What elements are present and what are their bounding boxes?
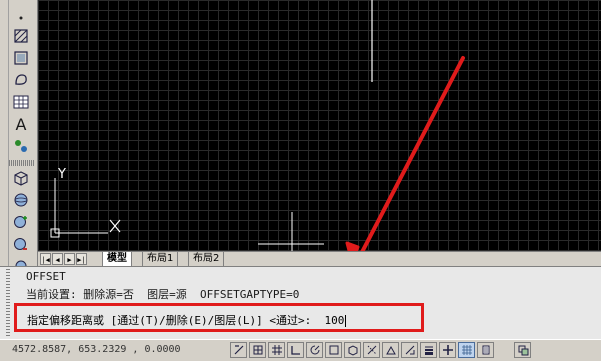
toolbar-grip[interactable] xyxy=(0,0,9,268)
toolbar-separator xyxy=(9,160,35,166)
object-snap-tracking-icon[interactable] xyxy=(363,342,380,358)
last-tab-button[interactable]: ▶| xyxy=(76,253,87,265)
annotation-arrow xyxy=(360,56,465,251)
snap-mode-icon[interactable] xyxy=(249,342,266,358)
grid-display-icon[interactable] xyxy=(268,342,285,358)
sphere-icon[interactable] xyxy=(11,190,31,210)
dynamic-input-icon[interactable] xyxy=(401,342,418,358)
command-prompt-highlight[interactable]: 指定偏移距离或 [通过(T)/删除(E)/图层(L)] <通过>: 100 xyxy=(14,303,424,332)
transparency-icon[interactable] xyxy=(439,342,456,358)
3d-object-snap-icon[interactable] xyxy=(344,342,361,358)
add-selected-icon[interactable] xyxy=(11,136,31,156)
infer-constraints-icon[interactable] xyxy=(230,342,247,358)
text-caret xyxy=(345,315,347,327)
hatch-icon[interactable] xyxy=(11,26,31,46)
status-bar: 4572.8587, 653.2329 , 0.0000 xyxy=(0,339,601,361)
ortho-mode-icon[interactable] xyxy=(287,342,304,358)
command-history-line: OFFSET xyxy=(26,270,66,283)
ucs-y-label: Y xyxy=(57,167,66,182)
sphere-add-icon[interactable] xyxy=(11,212,31,232)
drawing-overlay: Y xyxy=(50,0,465,251)
object-snap-icon[interactable] xyxy=(325,342,342,358)
gradient-icon[interactable] xyxy=(11,48,31,68)
tab-model[interactable]: 模型 xyxy=(102,252,132,267)
cursor-coordinates: 4572.8587, 653.2329 , 0.0000 xyxy=(12,344,181,355)
tab-layout2[interactable]: 布局2 xyxy=(188,252,225,267)
text-icon[interactable]: A xyxy=(11,114,31,134)
command-input-value[interactable]: 100 xyxy=(324,314,344,327)
next-tab-button[interactable]: ▶ xyxy=(64,253,75,265)
box-icon[interactable] xyxy=(11,168,31,188)
selection-cycling-icon[interactable] xyxy=(477,342,494,358)
command-window-grip[interactable] xyxy=(6,269,10,337)
ucs-icon xyxy=(50,178,121,238)
region-icon[interactable] xyxy=(11,70,31,90)
first-tab-button[interactable]: |◀ xyxy=(40,253,51,265)
quick-properties-icon[interactable] xyxy=(458,342,475,358)
command-prompt-text: 指定偏移距离或 [通过(T)/删除(E)/图层(L)] <通过>: xyxy=(27,314,325,327)
dynamic-ucs-icon[interactable] xyxy=(382,342,399,358)
layout-tab-bar: |◀ ◀ ▶ ▶| 模型 布局1 布局2 xyxy=(38,251,601,267)
tab-layout1[interactable]: 布局1 xyxy=(142,252,179,267)
table-icon[interactable] xyxy=(11,92,31,112)
command-prompt[interactable]: 指定偏移距离或 [通过(T)/删除(E)/图层(L)] <通过>: 100 xyxy=(27,312,347,328)
lineweight-icon[interactable] xyxy=(420,342,437,358)
drawing-canvas[interactable]: Y xyxy=(38,0,601,251)
left-toolbar: A xyxy=(0,0,38,272)
polar-tracking-icon[interactable] xyxy=(306,342,323,358)
prev-tab-button[interactable]: ◀ xyxy=(52,253,63,265)
crosshair-cursor xyxy=(258,212,324,251)
sphere-subtract-icon[interactable] xyxy=(11,234,31,254)
point-icon[interactable] xyxy=(11,8,31,28)
annotation-monitor-icon[interactable] xyxy=(514,342,531,358)
command-settings-line: 当前设置: 删除源=否 图层=源 OFFSETGAPTYPE=0 xyxy=(26,288,300,301)
